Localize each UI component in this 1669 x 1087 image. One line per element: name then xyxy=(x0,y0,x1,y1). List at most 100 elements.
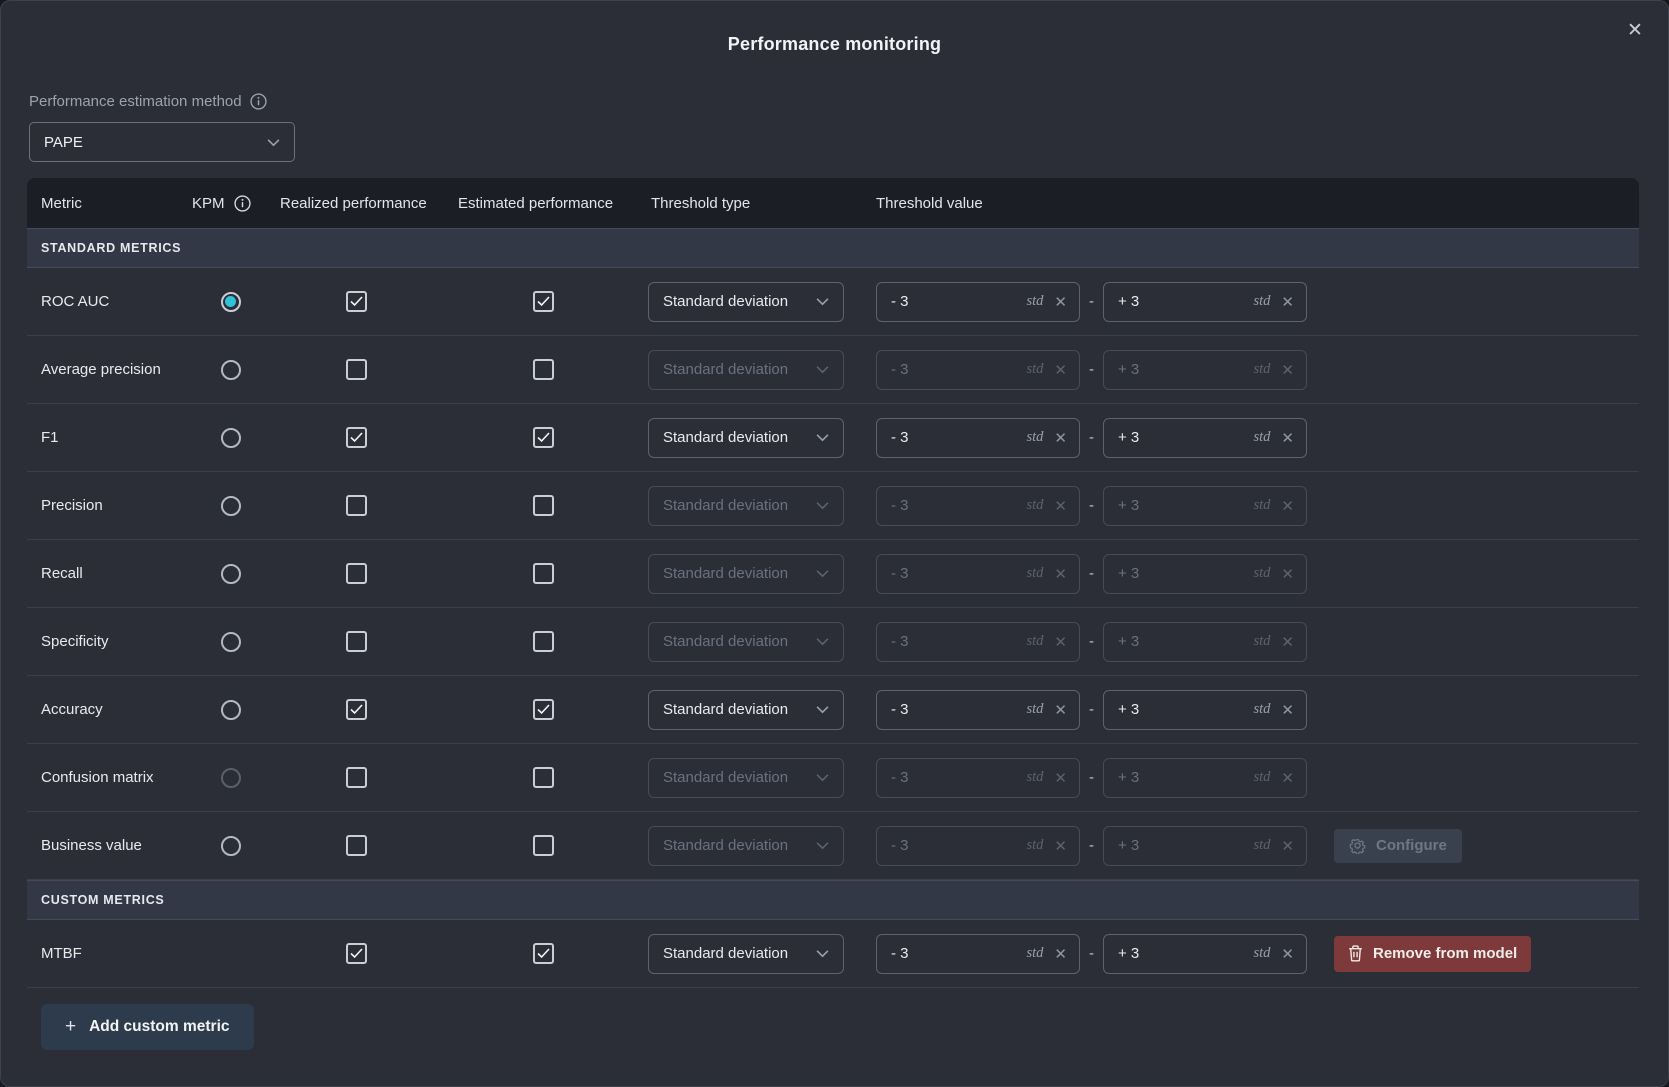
upper-threshold-value: + 3 xyxy=(1118,701,1254,718)
realized-performance-checkbox[interactable] xyxy=(346,699,367,720)
lower-threshold-input[interactable]: - 3 std ✕ xyxy=(876,934,1080,974)
clear-icon[interactable]: ✕ xyxy=(1281,429,1294,447)
lower-threshold-value: - 3 xyxy=(891,497,1027,514)
range-separator: - xyxy=(1089,701,1094,718)
kpm-radio[interactable] xyxy=(221,836,241,856)
estimated-performance-checkbox[interactable] xyxy=(533,495,554,516)
lower-threshold-input[interactable]: - 3 std ✕ xyxy=(876,826,1080,866)
kpm-radio[interactable] xyxy=(221,768,241,788)
estimated-performance-checkbox[interactable] xyxy=(533,767,554,788)
estimated-performance-checkbox[interactable] xyxy=(533,563,554,584)
realized-performance-checkbox[interactable] xyxy=(346,943,367,964)
lower-threshold-input[interactable]: - 3 std ✕ xyxy=(876,622,1080,662)
lower-threshold-input[interactable]: - 3 std ✕ xyxy=(876,282,1080,322)
upper-threshold-input[interactable]: + 3 std ✕ xyxy=(1103,282,1307,322)
threshold-type-select[interactable]: Standard deviation xyxy=(648,418,844,458)
remove-from-model-button[interactable]: Remove from model xyxy=(1334,936,1531,972)
close-icon[interactable]: ✕ xyxy=(1622,17,1648,43)
configure-button[interactable]: Configure xyxy=(1334,829,1462,863)
kpm-radio[interactable] xyxy=(221,292,241,312)
threshold-type-select[interactable]: Standard deviation xyxy=(648,350,844,390)
clear-icon[interactable]: ✕ xyxy=(1054,945,1067,963)
estimated-performance-checkbox[interactable] xyxy=(533,835,554,856)
clear-icon[interactable]: ✕ xyxy=(1281,565,1294,583)
upper-threshold-input[interactable]: + 3 std ✕ xyxy=(1103,350,1307,390)
threshold-unit: std xyxy=(1254,361,1271,378)
upper-threshold-input[interactable]: + 3 std ✕ xyxy=(1103,554,1307,594)
threshold-unit: std xyxy=(1027,361,1044,378)
threshold-type-select[interactable]: Standard deviation xyxy=(648,486,844,526)
kpm-radio[interactable] xyxy=(221,564,241,584)
threshold-type-value: Standard deviation xyxy=(663,837,788,854)
kpm-radio[interactable] xyxy=(221,360,241,380)
kpm-radio[interactable] xyxy=(221,632,241,652)
kpm-radio[interactable] xyxy=(221,428,241,448)
realized-performance-checkbox[interactable] xyxy=(346,427,367,448)
threshold-type-select[interactable]: Standard deviation xyxy=(648,934,844,974)
clear-icon[interactable]: ✕ xyxy=(1281,293,1294,311)
lower-threshold-input[interactable]: - 3 std ✕ xyxy=(876,758,1080,798)
realized-performance-checkbox[interactable] xyxy=(346,359,367,380)
threshold-type-select[interactable]: Standard deviation xyxy=(648,554,844,594)
realized-performance-checkbox[interactable] xyxy=(346,631,367,652)
estimated-performance-checkbox[interactable] xyxy=(533,943,554,964)
threshold-type-select[interactable]: Standard deviation xyxy=(648,282,844,322)
clear-icon[interactable]: ✕ xyxy=(1281,945,1294,963)
estimated-performance-checkbox[interactable] xyxy=(533,699,554,720)
upper-threshold-input[interactable]: + 3 std ✕ xyxy=(1103,934,1307,974)
threshold-type-select[interactable]: Standard deviation xyxy=(648,690,844,730)
estimation-method-select[interactable]: PAPE xyxy=(29,122,295,162)
lower-threshold-input[interactable]: - 3 std ✕ xyxy=(876,554,1080,594)
clear-icon[interactable]: ✕ xyxy=(1054,769,1067,787)
metric-label: Confusion matrix xyxy=(41,769,154,786)
threshold-type-select[interactable]: Standard deviation xyxy=(648,622,844,662)
lower-threshold-input[interactable]: - 3 std ✕ xyxy=(876,350,1080,390)
lower-threshold-input[interactable]: - 3 std ✕ xyxy=(876,486,1080,526)
estimated-performance-checkbox[interactable] xyxy=(533,291,554,312)
clear-icon[interactable]: ✕ xyxy=(1281,701,1294,719)
threshold-type-select[interactable]: Standard deviation xyxy=(648,758,844,798)
upper-threshold-input[interactable]: + 3 std ✕ xyxy=(1103,486,1307,526)
clear-icon[interactable]: ✕ xyxy=(1054,293,1067,311)
threshold-type-value: Standard deviation xyxy=(663,701,788,718)
clear-icon[interactable]: ✕ xyxy=(1054,429,1067,447)
realized-performance-checkbox[interactable] xyxy=(346,835,367,856)
realized-performance-checkbox[interactable] xyxy=(346,495,367,516)
table-row: ROC AUC Standard deviation - 3 xyxy=(27,268,1639,336)
clear-icon[interactable]: ✕ xyxy=(1054,633,1067,651)
lower-threshold-input[interactable]: - 3 std ✕ xyxy=(876,418,1080,458)
chevron-down-icon xyxy=(816,701,829,718)
threshold-type-select[interactable]: Standard deviation xyxy=(648,826,844,866)
realized-performance-checkbox[interactable] xyxy=(346,767,367,788)
realized-performance-checkbox[interactable] xyxy=(346,291,367,312)
upper-threshold-input[interactable]: + 3 std ✕ xyxy=(1103,622,1307,662)
clear-icon[interactable]: ✕ xyxy=(1281,361,1294,379)
realized-performance-checkbox[interactable] xyxy=(346,563,367,584)
estimated-performance-checkbox[interactable] xyxy=(533,427,554,448)
upper-threshold-input[interactable]: + 3 std ✕ xyxy=(1103,758,1307,798)
add-custom-metric-button[interactable]: + Add custom metric xyxy=(41,1004,254,1050)
kpm-radio[interactable] xyxy=(221,496,241,516)
upper-threshold-input[interactable]: + 3 std ✕ xyxy=(1103,826,1307,866)
clear-icon[interactable]: ✕ xyxy=(1281,837,1294,855)
clear-icon[interactable]: ✕ xyxy=(1054,565,1067,583)
upper-threshold-input[interactable]: + 3 std ✕ xyxy=(1103,418,1307,458)
threshold-type-value: Standard deviation xyxy=(663,633,788,650)
threshold-type-value: Standard deviation xyxy=(663,293,788,310)
info-icon[interactable] xyxy=(250,93,267,110)
estimated-performance-checkbox[interactable] xyxy=(533,359,554,380)
clear-icon[interactable]: ✕ xyxy=(1281,769,1294,787)
clear-icon[interactable]: ✕ xyxy=(1054,837,1067,855)
upper-threshold-value: + 3 xyxy=(1118,293,1254,310)
estimated-performance-checkbox[interactable] xyxy=(533,631,554,652)
clear-icon[interactable]: ✕ xyxy=(1054,497,1067,515)
clear-icon[interactable]: ✕ xyxy=(1281,497,1294,515)
kpm-info-icon[interactable] xyxy=(234,195,251,212)
clear-icon[interactable]: ✕ xyxy=(1281,633,1294,651)
clear-icon[interactable]: ✕ xyxy=(1054,701,1067,719)
clear-icon[interactable]: ✕ xyxy=(1054,361,1067,379)
threshold-unit: std xyxy=(1254,769,1271,786)
lower-threshold-input[interactable]: - 3 std ✕ xyxy=(876,690,1080,730)
kpm-radio[interactable] xyxy=(221,700,241,720)
upper-threshold-input[interactable]: + 3 std ✕ xyxy=(1103,690,1307,730)
